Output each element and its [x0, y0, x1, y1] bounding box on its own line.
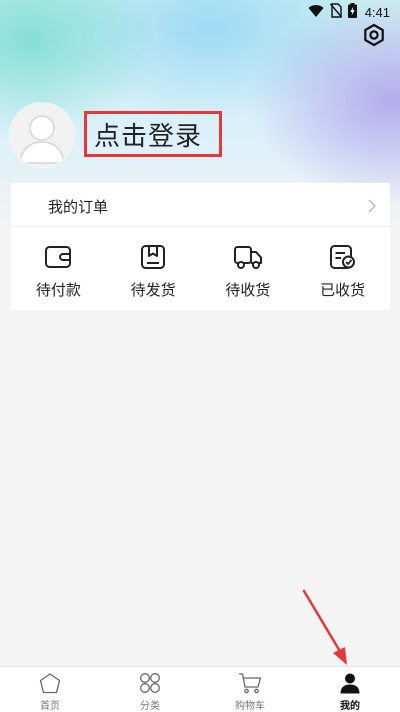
shopping-cart-icon — [238, 671, 262, 695]
login-link[interactable]: 点击登录 — [84, 111, 222, 157]
profile-screen: 4:41 点击登录 我的订单 待付款 待发货 待收货 已收货 首页 分类 购物车… — [0, 0, 400, 712]
login-label: 点击登录 — [94, 121, 203, 152]
delivery-truck-icon — [233, 242, 263, 272]
person-icon — [338, 671, 362, 695]
order-status-pending-receipt[interactable]: 待收货 — [201, 227, 296, 310]
nav-item-category[interactable]: 分类 — [100, 667, 200, 712]
annotation-arrow-icon — [302, 589, 347, 665]
nav-item-cart[interactable]: 购物车 — [200, 667, 300, 712]
category-grid-icon — [138, 671, 162, 695]
home-icon — [38, 671, 62, 695]
nav-item-mine[interactable]: 我的 — [300, 667, 400, 712]
order-status-label: 已收货 — [320, 281, 366, 299]
battery-charging-icon — [347, 3, 357, 22]
chevron-right-icon — [368, 198, 377, 217]
no-sim-icon — [329, 3, 342, 22]
nav-label: 我的 — [340, 701, 360, 712]
bottom-navigation: 首页 分类 购物车 我的 — [0, 666, 400, 712]
received-check-icon — [328, 242, 358, 272]
nav-label: 首页 — [40, 701, 60, 712]
order-status-pending-payment[interactable]: 待付款 — [11, 227, 106, 310]
nav-item-home[interactable]: 首页 — [0, 667, 100, 712]
settings-hex-icon — [362, 23, 386, 51]
status-bar: 4:41 — [0, 0, 400, 24]
status-icons: 4:41 — [308, 3, 390, 22]
avatar[interactable] — [10, 103, 74, 167]
order-status-label: 待收货 — [225, 281, 271, 299]
nav-label: 分类 — [140, 701, 160, 712]
package-box-icon — [138, 242, 168, 272]
order-status-received[interactable]: 已收货 — [295, 227, 390, 310]
order-status-pending-shipment[interactable]: 待发货 — [106, 227, 201, 310]
status-time: 4:41 — [364, 5, 390, 20]
my-orders-row[interactable]: 我的订单 — [11, 183, 390, 227]
order-status-label: 待付款 — [35, 281, 81, 299]
order-status-label: 待发货 — [130, 281, 176, 299]
nav-label: 购物车 — [235, 701, 265, 712]
wifi-icon — [308, 3, 324, 22]
my-orders-title: 我的订单 — [48, 198, 109, 216]
order-status-list: 待付款 待发货 待收货 已收货 — [11, 227, 390, 310]
settings-button[interactable] — [361, 23, 387, 51]
wallet-icon — [43, 242, 73, 272]
orders-card: 我的订单 待付款 待发货 待收货 已收货 — [11, 183, 390, 310]
